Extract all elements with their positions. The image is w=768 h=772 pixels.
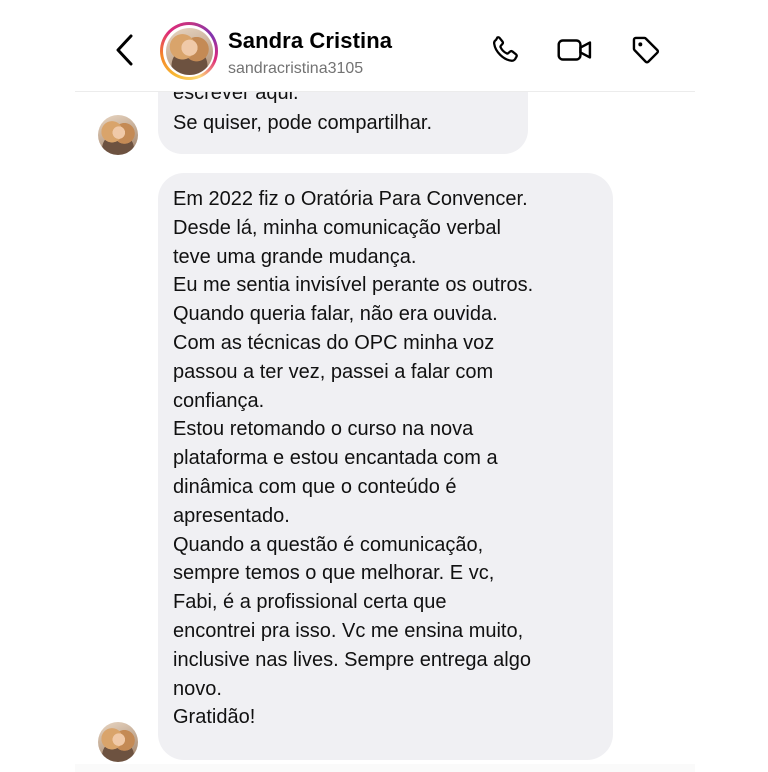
message-line: inclusive nas lives. Sempre entrega algo [173,648,531,671]
video-camera-icon [556,33,594,72]
message-line: novo. [173,677,222,700]
message-line: encontrei pra isso. Vc me ensina muito, [173,619,524,642]
message-line: apresentado. [173,504,290,527]
message-paragraph: Em 2022 fiz o Oratória Para Convencer. D… [173,185,608,271]
message-line: Eu me sentia invisível perante os outros… [173,274,534,297]
contact-avatar[interactable] [160,22,218,80]
message-line: plataforma e estou encantada com a [173,447,498,470]
message-line: Fabi, é a profissional certa que [173,591,447,614]
message-paragraph: Eu me sentia invisível perante os outros… [173,271,608,329]
phone-icon [488,33,522,72]
message-paragraph: Gratidão! [173,703,608,732]
contact-name[interactable]: Sandra Cristina [228,28,392,54]
message-line: Quando a questão é comunicação, [173,533,484,556]
message-line: sempre temos o que melhorar. E vc, [173,562,495,585]
chevron-left-icon [114,33,136,72]
message-line: Se quiser, pode compartilhar. [173,112,433,134]
sender-avatar[interactable] [98,115,138,155]
message-paragraph: Quando a questão é comunicação, sempre t… [173,531,608,704]
message-paragraph: Com as técnicas do OPC minha voz passou … [173,329,608,415]
contact-handle[interactable]: sandracristina3105 [228,60,363,78]
contact-avatar-image [165,27,213,75]
message-line: Em 2022 fiz o Oratória Para Convencer. [173,188,528,210]
sender-avatar[interactable] [98,722,138,762]
tag-icon [629,33,663,72]
message-line: Estou retomando o curso na nova [173,418,474,441]
message-line: dinâmica com que o conteúdo é [173,475,457,498]
video-call-button[interactable] [557,34,593,70]
back-button[interactable] [108,32,142,72]
message-line: passou a ter vez, passei a falar com [173,360,494,383]
next-message-edge [75,764,695,772]
call-button[interactable] [487,34,523,70]
tag-button[interactable] [628,34,664,70]
message-line: confiança. [173,389,265,412]
message-line: Gratidão! [173,706,256,729]
chat-header: Sandra Cristina sandracristina3105 [0,0,768,92]
message-paragraph: Estou retomando o curso na nova platafor… [173,415,608,530]
message-line: Desde lá, minha comunicação verbal [173,216,501,239]
message-line: teve uma grande mudança. [173,245,417,268]
message-line: Quando queria falar, não era ouvida. [173,303,498,326]
message-line: Com as técnicas do OPC minha voz [173,331,495,354]
message-text-2: Em 2022 fiz o Oratória Para Convencer. D… [173,185,608,732]
message-bubble-2[interactable]: Em 2022 fiz o Oratória Para Convencer. D… [158,173,613,760]
header-divider [75,91,695,92]
